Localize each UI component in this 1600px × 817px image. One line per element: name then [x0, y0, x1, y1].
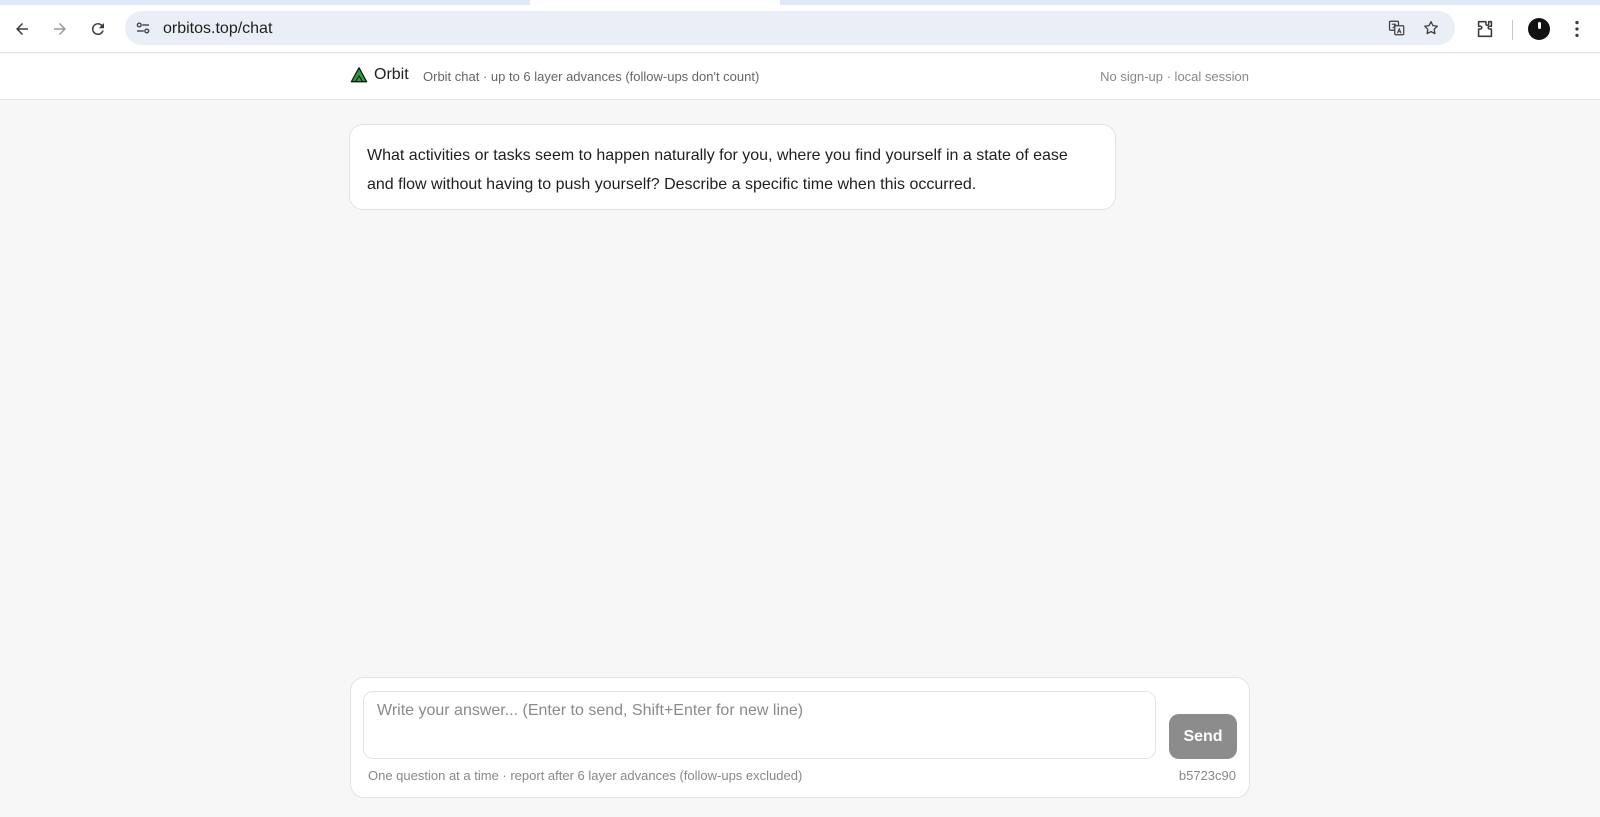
brand[interactable]: Orbit [350, 66, 409, 84]
star-icon[interactable] [1422, 19, 1440, 37]
build-id: b5723c90 [1178, 768, 1236, 783]
send-button[interactable]: Send [1169, 714, 1237, 759]
orbit-logo-icon [350, 67, 368, 83]
app-header: Orbit Orbit chat · up to 6 layer advance… [0, 54, 1600, 100]
back-button[interactable] [8, 15, 36, 43]
brand-name: Orbit [374, 66, 409, 83]
reload-icon [91, 23, 104, 36]
forward-button[interactable] [46, 15, 74, 43]
url-text[interactable]: orbitos.top/chat [163, 20, 272, 38]
profile-avatar[interactable] [1528, 18, 1550, 40]
browser-toolbar: orbitos.top/chat [0, 5, 1600, 53]
extensions-icon[interactable] [1474, 18, 1496, 40]
arrow-right-icon [54, 23, 66, 35]
composer-hint: One question at a time · report after 6 … [368, 768, 803, 783]
assistant-message: What activities or tasks seem to happen … [349, 124, 1116, 210]
site-settings-icon[interactable] [134, 19, 152, 37]
session-status: No sign-up · local session [1100, 69, 1249, 84]
answer-input[interactable] [363, 691, 1156, 759]
more-menu-icon[interactable] [1566, 18, 1588, 40]
header-subtitle: Orbit chat · up to 6 layer advances (fol… [423, 69, 760, 84]
arrow-left-icon [16, 23, 28, 35]
address-bar[interactable]: orbitos.top/chat [125, 11, 1455, 45]
translate-icon[interactable] [1388, 19, 1406, 37]
reload-button[interactable] [84, 15, 112, 43]
composer: Send One question at a time · report aft… [350, 677, 1250, 798]
toolbar-divider [1512, 20, 1513, 40]
